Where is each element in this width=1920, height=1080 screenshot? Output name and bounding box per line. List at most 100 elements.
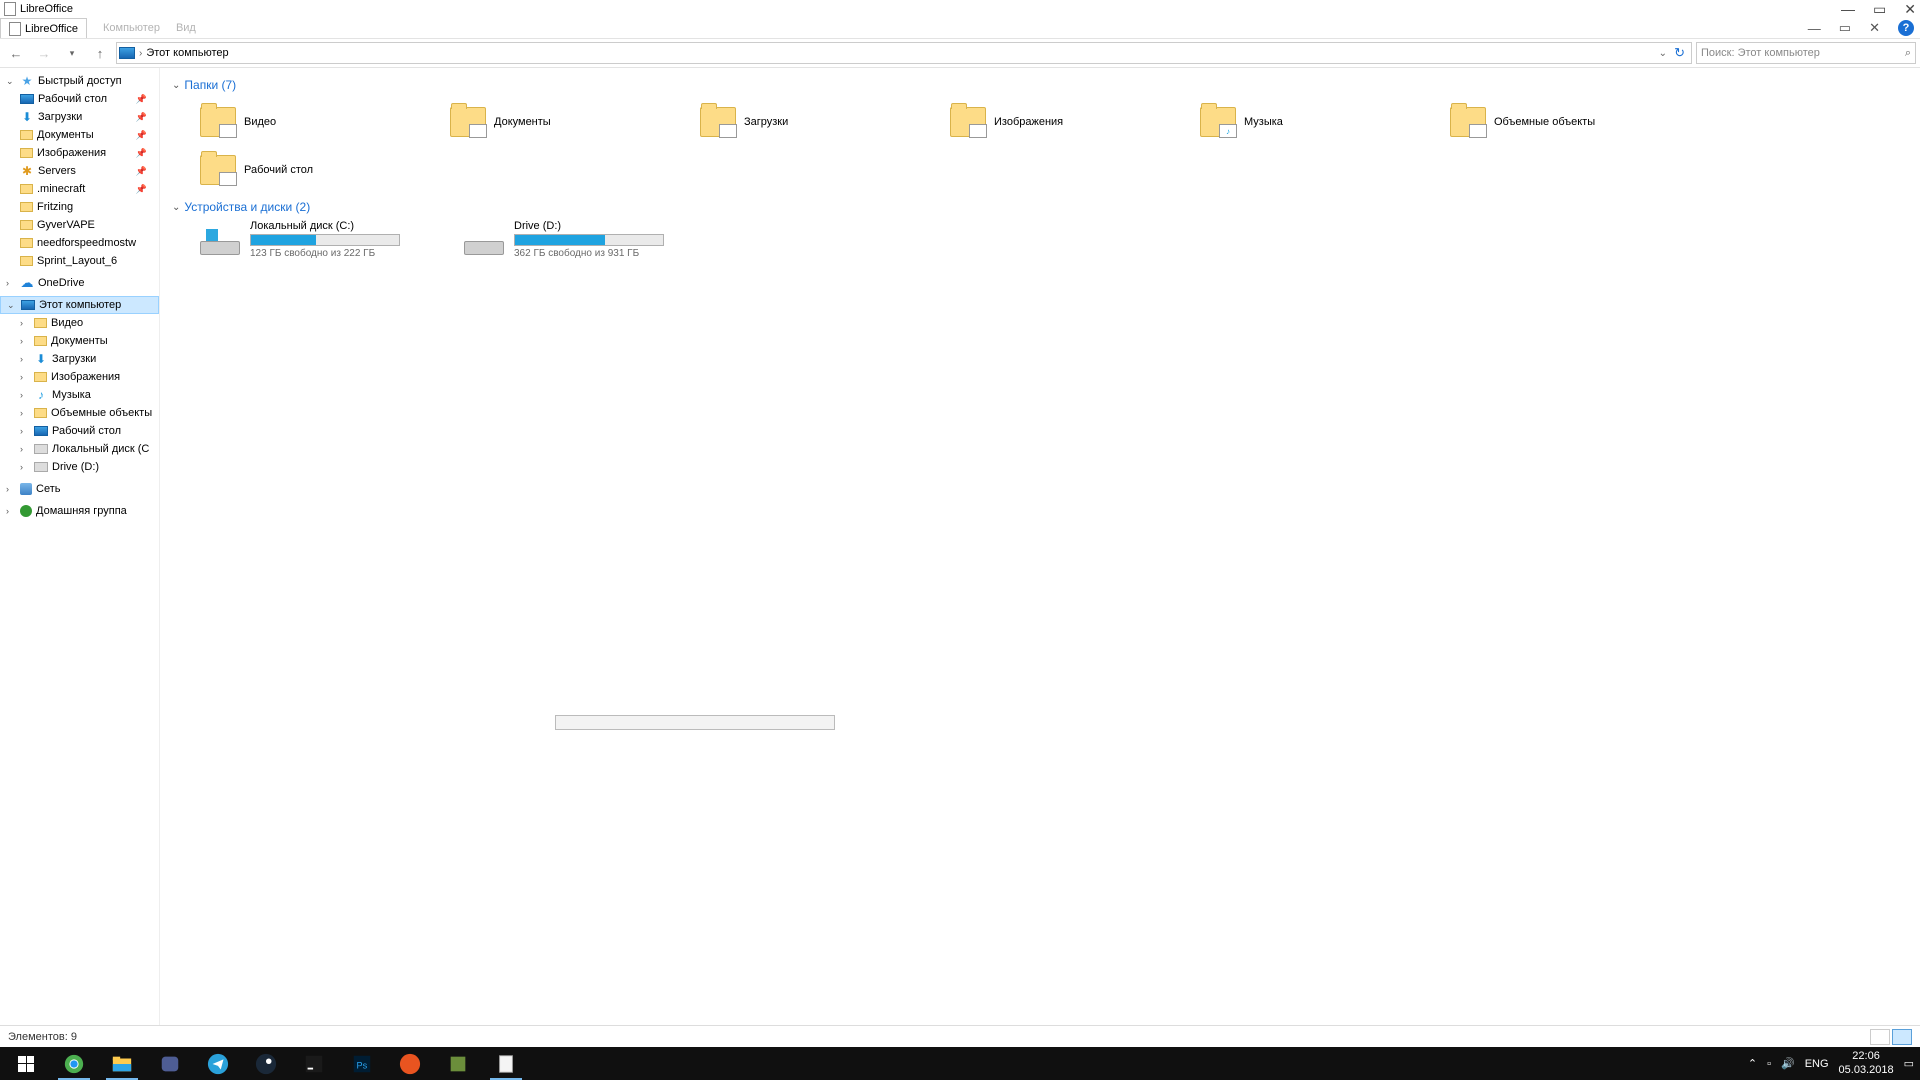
up-button[interactable]: ↑ [88, 41, 112, 65]
search-input[interactable]: Поиск: Этот компьютер ⌕ [1696, 42, 1916, 64]
network-icon [20, 483, 32, 495]
folder-icon [20, 238, 33, 248]
drive-name: Локальный диск (C:) [250, 220, 400, 232]
taskbar-explorer[interactable] [98, 1047, 146, 1080]
sidebar-item[interactable]: ›Локальный диск (C [0, 440, 159, 458]
folders-section-header[interactable]: ⌄ Папки (7) [172, 72, 1908, 98]
back-button[interactable]: ← [4, 41, 28, 65]
sidebar-item[interactable]: ›Документы [0, 332, 159, 350]
tray-language[interactable]: ENG [1805, 1058, 1829, 1070]
sidebar-this-pc[interactable]: ⌄Этот компьютер [0, 296, 159, 314]
sidebar-item[interactable]: ›Рабочий стол [0, 422, 159, 440]
folder-icon [20, 220, 33, 230]
sidebar-item[interactable]: ›Изображения [0, 368, 159, 386]
view-details-button[interactable] [1870, 1029, 1890, 1045]
content-pane[interactable]: ⌄ Папки (7) Видео Документы Загрузки Изо… [160, 68, 1920, 1025]
explorer-tab-title: LibreOffice [25, 23, 78, 35]
drive-d[interactable]: Drive (D:) 362 ГБ свободно из 931 ГБ [464, 220, 664, 259]
sidebar-item-fritzing[interactable]: Fritzing [0, 198, 159, 216]
sidebar-item-minecraft[interactable]: .minecraft📌 [0, 180, 159, 198]
sidebar-item-gyvervape[interactable]: GyverVAPE [0, 216, 159, 234]
drive-freespace: 362 ГБ свободно из 931 ГБ [514, 248, 664, 259]
ribbon-menu-ghost: Компьютер Вид [87, 22, 196, 34]
drive-icon [464, 225, 504, 255]
sidebar-item-servers[interactable]: ✱Servers📌 [0, 162, 159, 180]
view-tiles-button[interactable] [1892, 1029, 1912, 1045]
start-button[interactable] [2, 1047, 50, 1080]
maximize-icon[interactable]: ▭ [1873, 1, 1886, 18]
chevron-down-icon[interactable]: ⌄ [1659, 48, 1667, 59]
taskbar-chrome[interactable] [50, 1047, 98, 1080]
tray-network-icon[interactable]: ▫ [1767, 1058, 1771, 1070]
taskbar-pycharm[interactable] [290, 1047, 338, 1080]
close-icon[interactable]: ✕ [1869, 20, 1880, 36]
tray-notifications-icon[interactable]: ▭ [1904, 1057, 1914, 1070]
minimize-icon[interactable]: — [1841, 1, 1855, 17]
forward-button[interactable]: → [32, 41, 56, 65]
sidebar-homegroup[interactable]: ›Домашняя группа [0, 502, 159, 520]
libreoffice-icon [4, 2, 16, 16]
folder-documents[interactable]: Документы [450, 98, 700, 146]
taskbar-ubuntu[interactable] [386, 1047, 434, 1080]
sidebar-item[interactable]: ›Объемные объекты [0, 404, 159, 422]
status-bar: Элементов: 9 [0, 1025, 1920, 1047]
folder-videos[interactable]: Видео [200, 98, 450, 146]
taskbar-discord[interactable] [146, 1047, 194, 1080]
sidebar-item[interactable]: ›♪Музыка [0, 386, 159, 404]
download-icon [719, 124, 737, 138]
drives-section-header[interactable]: ⌄ Устройства и диски (2) [172, 194, 1908, 220]
sidebar-item[interactable]: ›⬇Загрузки [0, 350, 159, 368]
sidebar-item-downloads[interactable]: ⬇Загрузки📌 [0, 108, 159, 126]
sidebar-quick-access[interactable]: ⌄ ★ Быстрый доступ [0, 72, 159, 90]
maximize-icon[interactable]: ▭ [1839, 20, 1851, 36]
explorer-window: LibreOffice Компьютер Вид — ▭ ✕ ? ← → ▾ … [0, 18, 1920, 1047]
recent-dropdown[interactable]: ▾ [60, 41, 84, 65]
sidebar-onedrive[interactable]: ›☁OneDrive [0, 274, 159, 292]
address-bar: ← → ▾ ↑ › Этот компьютер ⌄ ↻ Поиск: Этот… [0, 38, 1920, 68]
taskbar-libreoffice[interactable] [482, 1047, 530, 1080]
drive-usage-bar [250, 234, 400, 246]
taskbar-photoshop[interactable]: Ps [338, 1047, 386, 1080]
taskbar-telegram[interactable] [194, 1047, 242, 1080]
drive-icon [34, 444, 48, 454]
navigation-pane: ⌄ ★ Быстрый доступ Рабочий стол📌 ⬇Загруз… [0, 68, 160, 1025]
tray-expand-icon[interactable]: ⌃ [1748, 1057, 1757, 1070]
search-placeholder: Поиск: Этот компьютер [1701, 47, 1820, 59]
minimize-icon[interactable]: — [1808, 21, 1821, 36]
folder-icon [20, 202, 33, 212]
refresh-icon[interactable]: ↻ [1674, 45, 1685, 61]
pin-icon: 📌 [136, 94, 147, 105]
drive-name: Drive (D:) [514, 220, 664, 232]
sidebar-item-sprint[interactable]: Sprint_Layout_6 [0, 252, 159, 270]
close-icon[interactable]: ✕ [1904, 1, 1916, 18]
folder-music[interactable]: ♪Музыка [1200, 98, 1450, 146]
folder-icon [20, 130, 33, 140]
sidebar-item-documents[interactable]: Документы📌 [0, 126, 159, 144]
tray-clock[interactable]: 22:06 05.03.2018 [1839, 1050, 1894, 1076]
folder-3dobjects[interactable]: Объемные объекты [1450, 98, 1700, 146]
tray-volume-icon[interactable]: 🔊 [1781, 1057, 1795, 1070]
taskbar-minecraft[interactable] [434, 1047, 482, 1080]
help-icon[interactable]: ? [1898, 20, 1914, 36]
folder-pictures[interactable]: Изображения [950, 98, 1200, 146]
status-item-count: Элементов: 9 [8, 1031, 77, 1043]
taskbar-steam[interactable] [242, 1047, 290, 1080]
explorer-tab[interactable]: LibreOffice [0, 18, 87, 38]
doc-icon [9, 22, 21, 36]
drive-icon [200, 225, 240, 255]
drive-c[interactable]: Локальный диск (C:) 123 ГБ свободно из 2… [200, 220, 400, 259]
address-path[interactable]: › Этот компьютер ⌄ ↻ [116, 42, 1692, 64]
folder-downloads[interactable]: Загрузки [700, 98, 950, 146]
sidebar-item-pictures[interactable]: Изображения📌 [0, 144, 159, 162]
sidebar-item[interactable]: ›Видео [0, 314, 159, 332]
music-icon: ♪ [34, 388, 48, 402]
folder-icon [34, 336, 47, 346]
sidebar-network[interactable]: ›Сеть [0, 480, 159, 498]
desktop-icon [20, 94, 34, 104]
pin-icon: 📌 [136, 166, 147, 177]
star-icon: ★ [20, 74, 34, 88]
folder-desktop[interactable]: Рабочий стол [200, 146, 450, 194]
sidebar-item-nfs[interactable]: needforspeedmostw [0, 234, 159, 252]
sidebar-item-desktop[interactable]: Рабочий стол📌 [0, 90, 159, 108]
sidebar-item[interactable]: ›Drive (D:) [0, 458, 159, 476]
